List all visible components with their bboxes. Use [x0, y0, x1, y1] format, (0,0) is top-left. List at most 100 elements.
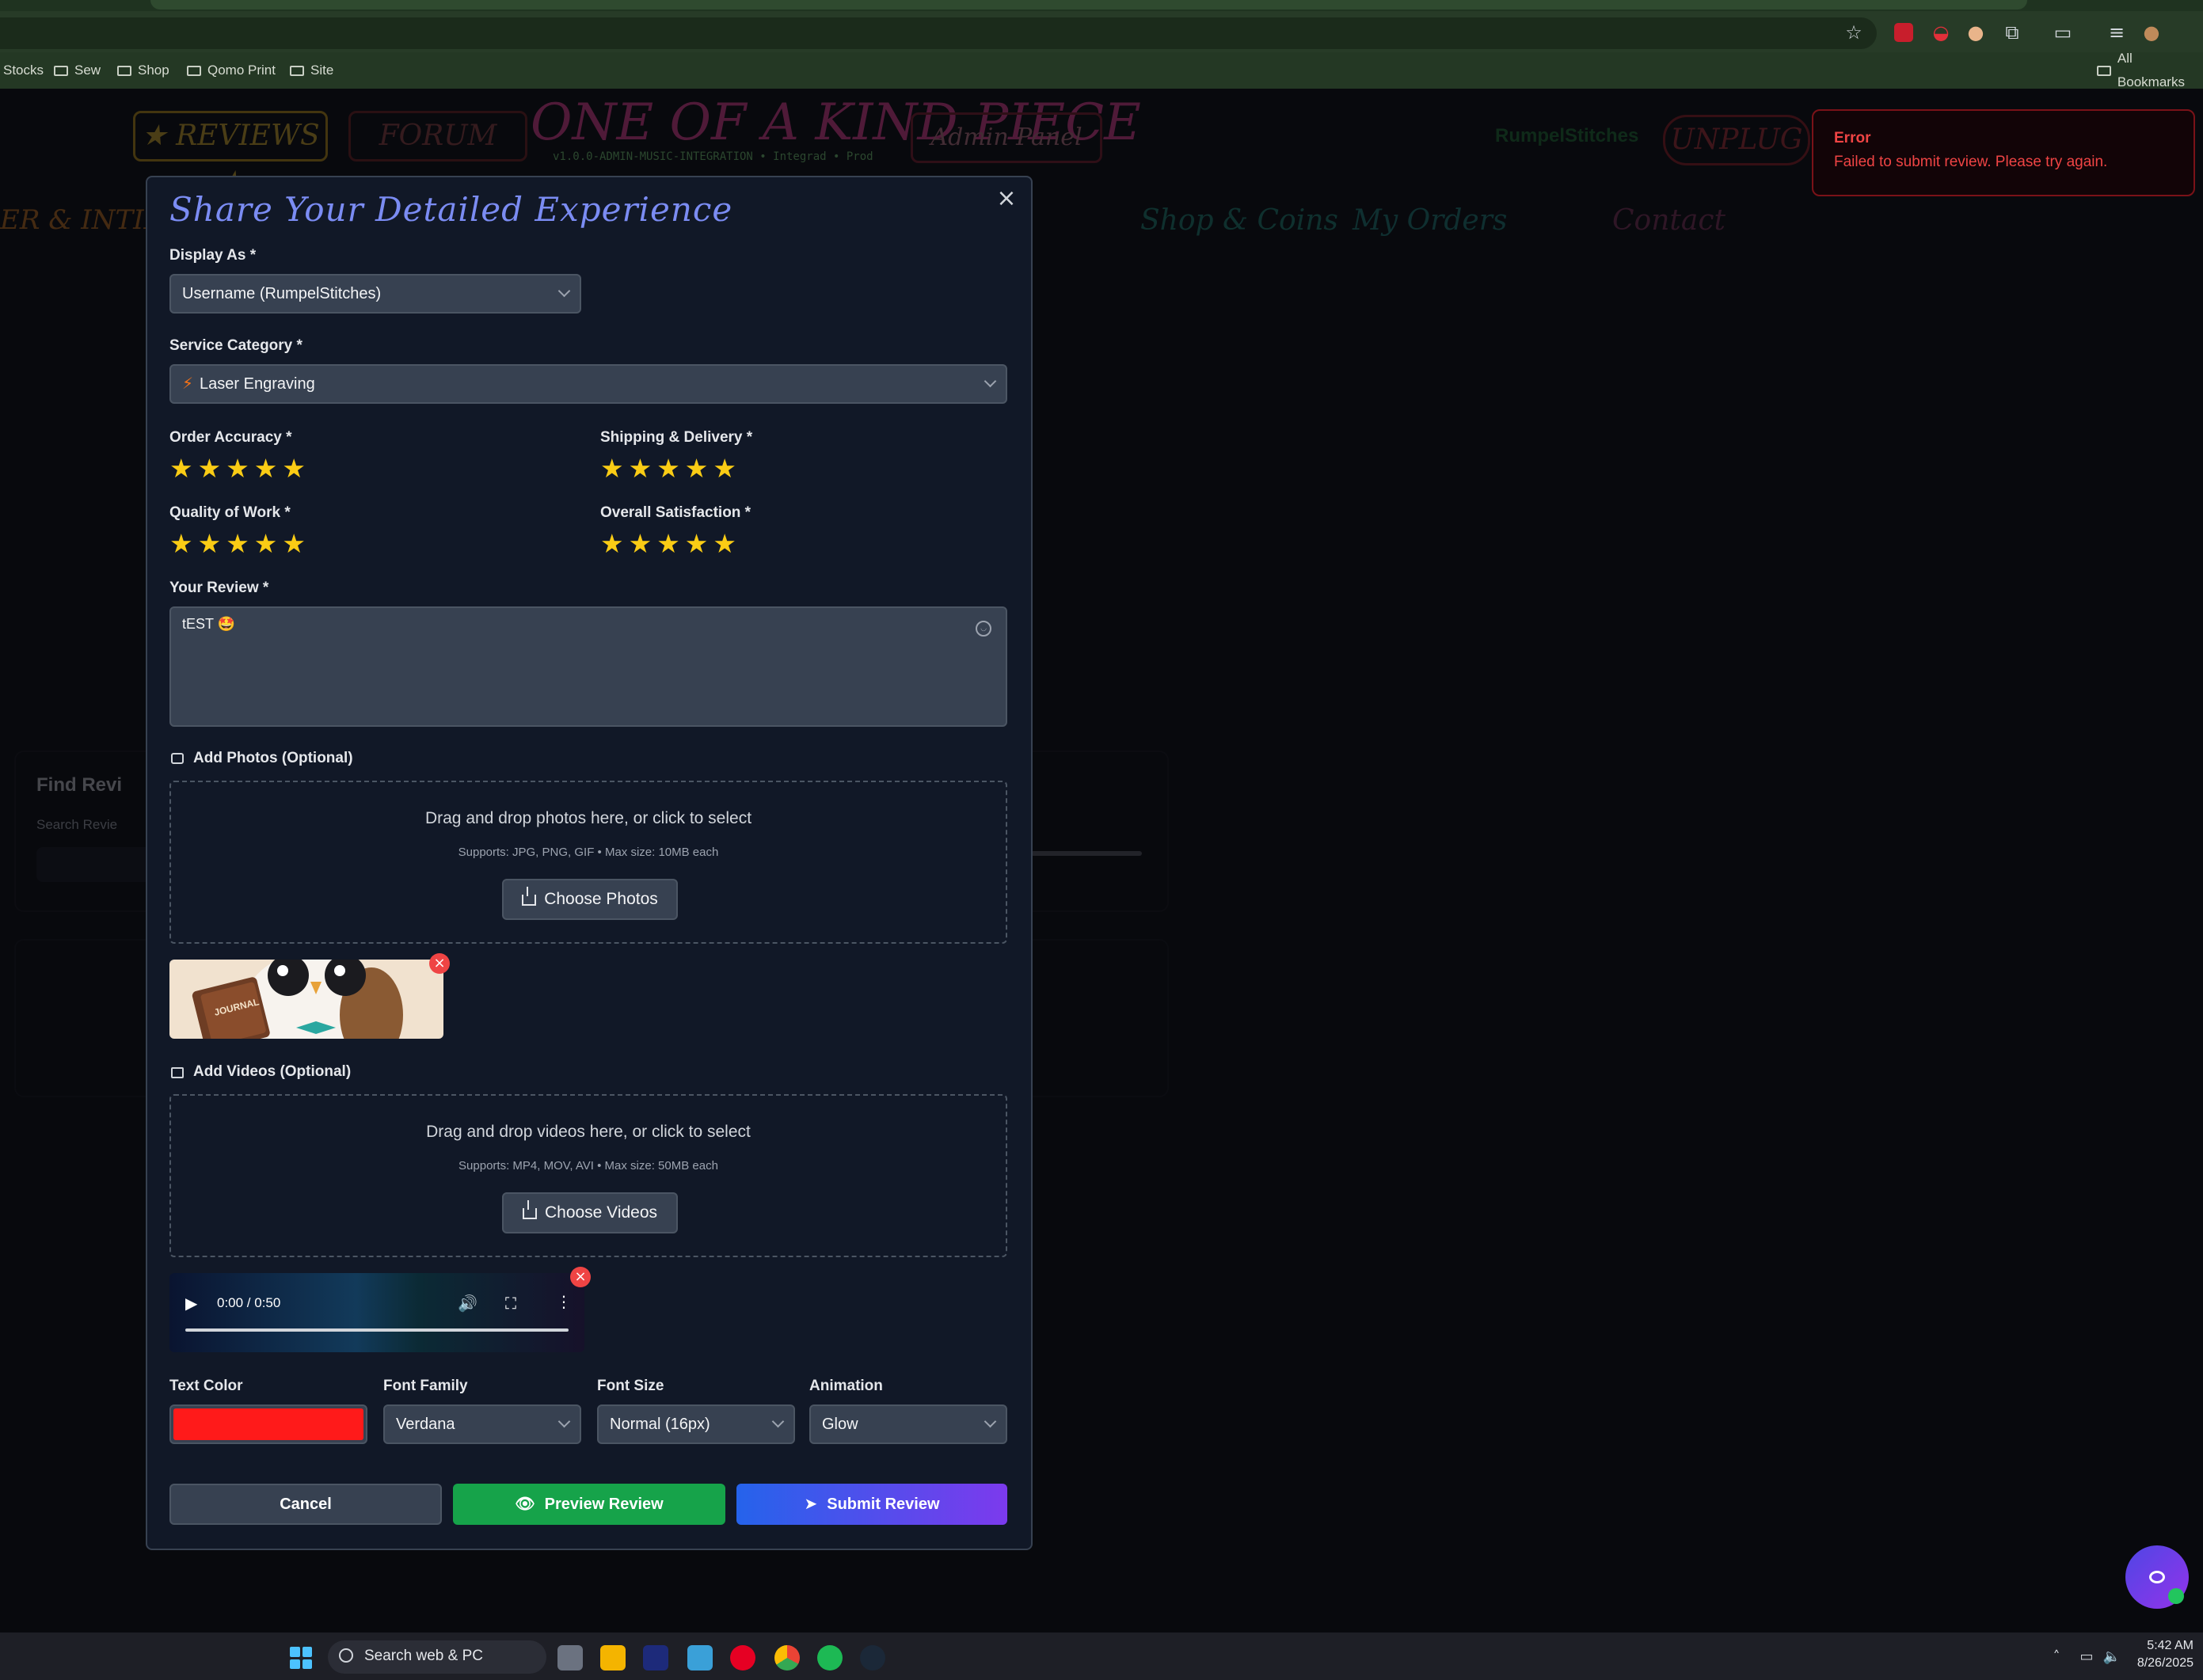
chevron-down-icon: [984, 374, 997, 388]
video-time: 0:00 / 0:50: [217, 1295, 281, 1310]
bookmark-label: Qomo Print: [207, 63, 276, 78]
upload-icon: [522, 1200, 537, 1219]
star-icon[interactable]: ★: [169, 530, 193, 558]
close-icon[interactable]: ×: [995, 187, 1018, 211]
extension-icon[interactable]: ◒: [1929, 21, 1953, 44]
star-icon[interactable]: ★: [713, 454, 736, 483]
font-family-label: Font Family: [383, 1378, 468, 1394]
photo-dropzone[interactable]: Drag and drop photos here, or click to s…: [169, 781, 1007, 944]
font-family-select[interactable]: Verdana: [383, 1404, 581, 1444]
all-bookmarks[interactable]: All Bookmarks: [2097, 51, 2203, 89]
photo-supports-text: Supports: JPG, PNG, GIF • Max size: 10MB…: [458, 846, 719, 859]
find-reviews-heading: Find Revi: [36, 774, 123, 796]
rating-label-order-accuracy: Order Accuracy *: [169, 429, 292, 446]
preview-review-label: Preview Review: [544, 1496, 664, 1513]
chat-bubble-icon: [2149, 1571, 2165, 1583]
network-icon[interactable]: ▭: [2075, 1645, 2098, 1669]
extension-face-icon[interactable]: ●: [1964, 21, 1988, 44]
tray-chevron-icon[interactable]: ˄: [2045, 1645, 2068, 1669]
extension-badge-icon[interactable]: [1894, 23, 1913, 42]
bookmark-star-icon[interactable]: ☆: [1842, 21, 1866, 44]
clock-date[interactable]: 8/26/2025: [2122, 1656, 2193, 1670]
chrome-icon[interactable]: [774, 1645, 800, 1670]
star-icon[interactable]: ★: [629, 454, 653, 483]
remove-video-button[interactable]: ×: [570, 1267, 591, 1287]
spotify-icon[interactable]: [817, 1645, 843, 1670]
bookmark-stocks[interactable]: Stocks: [3, 59, 44, 82]
nav-forum: FORUM: [348, 111, 527, 162]
bookmark-qomo-print[interactable]: Qomo Print: [187, 59, 276, 82]
star-icon[interactable]: ★: [685, 454, 709, 483]
font-size-select[interactable]: Normal (16px): [597, 1404, 795, 1444]
chevron-down-icon: [771, 1415, 785, 1428]
active-tab[interactable]: [150, 0, 2027, 10]
search-reviews-label: Search Revie: [36, 817, 118, 832]
folder-icon: [187, 65, 201, 76]
fullscreen-icon[interactable]: ⛶: [505, 1294, 516, 1313]
service-category-select[interactable]: ⚡ Laser Engraving: [169, 364, 1007, 404]
star-icon[interactable]: ★: [629, 530, 653, 558]
choose-photos-button[interactable]: Choose Photos: [502, 879, 678, 920]
review-label: Your Review *: [169, 580, 269, 596]
video-progress-bar[interactable]: [185, 1328, 569, 1332]
app-icon[interactable]: [687, 1645, 713, 1670]
star-icon[interactable]: ★: [282, 454, 306, 483]
star-icon[interactable]: ★: [656, 454, 680, 483]
bookmark-shop[interactable]: Shop: [117, 59, 169, 82]
bookmark-label: Stocks: [3, 63, 44, 78]
font-size-value: Normal (16px): [610, 1416, 710, 1433]
star-icon[interactable]: ★: [254, 454, 278, 483]
bookmark-sew[interactable]: Sew: [54, 59, 101, 82]
play-icon[interactable]: ▶: [185, 1294, 197, 1313]
rating-label-shipping-delivery: Shipping & Delivery *: [600, 429, 753, 446]
cast-icon[interactable]: ▭: [2051, 21, 2075, 44]
volume-icon[interactable]: 🔊: [458, 1294, 478, 1313]
remove-photo-button[interactable]: ×: [429, 953, 450, 974]
profile-avatar-icon[interactable]: ●: [2140, 21, 2163, 44]
star-icon[interactable]: ★: [226, 454, 249, 483]
file-explorer-icon[interactable]: [600, 1645, 626, 1670]
steam-icon[interactable]: [860, 1645, 885, 1670]
reading-list-icon[interactable]: ≡: [2105, 21, 2129, 44]
choose-videos-button[interactable]: Choose Videos: [502, 1192, 678, 1233]
error-toast-message: Failed to submit review. Please try agai…: [1834, 154, 2108, 170]
bookmark-site[interactable]: Site: [290, 59, 333, 82]
star-icon[interactable]: ★: [282, 530, 306, 558]
star-icon[interactable]: ★: [169, 454, 193, 483]
submit-review-button[interactable]: ➤ Submit Review: [736, 1484, 1007, 1525]
review-textarea[interactable]: tEST 🤩: [169, 606, 1007, 727]
star-icon[interactable]: ★: [226, 530, 249, 558]
star-icon[interactable]: ★: [713, 530, 736, 558]
app-icon[interactable]: [643, 1645, 668, 1670]
photo-drop-text: Drag and drop photos here, or click to s…: [424, 809, 752, 827]
display-as-select[interactable]: Username (RumpelStitches): [169, 274, 581, 314]
extensions-puzzle-icon[interactable]: ⧉: [2000, 21, 2024, 44]
animation-select[interactable]: Glow: [809, 1404, 1007, 1444]
animation-value: Glow: [822, 1416, 858, 1433]
clock-time[interactable]: 5:42 AM: [2130, 1639, 2193, 1653]
task-view-icon[interactable]: [557, 1645, 583, 1670]
star-icon[interactable]: ★: [600, 454, 624, 483]
emoji-picker-icon[interactable]: ◡: [976, 621, 991, 637]
rating-label-quality-of-work: Quality of Work *: [169, 504, 291, 521]
more-options-icon[interactable]: ⋮: [556, 1292, 572, 1311]
modal-title: Share Your Detailed Experience: [169, 190, 733, 229]
star-icon[interactable]: ★: [656, 530, 680, 558]
star-icon[interactable]: ★: [198, 530, 222, 558]
volume-icon[interactable]: 🔈: [2100, 1645, 2124, 1669]
preview-review-button[interactable]: 👁 Preview Review: [453, 1484, 725, 1525]
cancel-button[interactable]: Cancel: [169, 1484, 442, 1525]
star-icon[interactable]: ★: [198, 454, 222, 483]
star-icon[interactable]: ★: [685, 530, 709, 558]
folder-icon: [54, 65, 68, 76]
windows-start-icon[interactable]: [290, 1647, 312, 1669]
star-icon[interactable]: ★: [600, 530, 624, 558]
filter-slider: [1031, 851, 1142, 856]
service-category-value: Laser Engraving: [200, 375, 315, 393]
all-bookmarks-label: All Bookmarks: [2117, 51, 2185, 89]
video-dropzone[interactable]: Drag and drop videos here, or click to s…: [169, 1094, 1007, 1257]
star-icon[interactable]: ★: [254, 530, 278, 558]
text-color-picker[interactable]: [169, 1404, 367, 1444]
pinterest-icon[interactable]: [730, 1645, 755, 1670]
address-bar[interactable]: [0, 17, 1877, 49]
